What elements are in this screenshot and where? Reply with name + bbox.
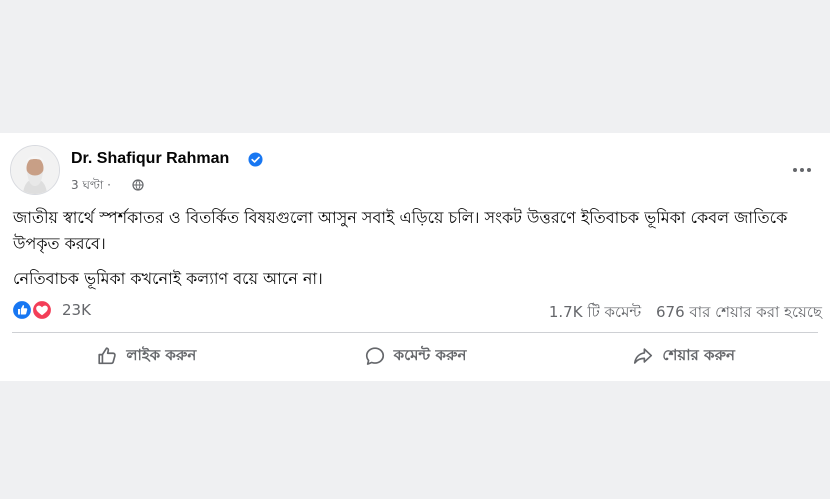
post-paragraph: নেতিবাচক ভূমিকা কখনোই কল্যাণ বয়ে আনে না… [13,269,323,288]
author-name[interactable]: Dr. Shafiqur Rahman [71,150,229,168]
like-button-label: লাইক করুন [126,345,197,364]
reaction-summary: 23K 1.7K টি কমেন্ট 676 বার শেয়ার করা হয… [11,298,822,322]
post-card: Dr. Shafiqur Rahman 3 ঘণ্টা · জাতীয় স্ব… [0,133,830,381]
post-timestamp[interactable]: 3 ঘণ্টা · [71,177,111,197]
post-action-bar: লাইক করুন কমেন্ট করুন শেয়ার করুন [12,337,818,375]
post-options-button[interactable] [788,159,816,181]
like-icon [11,299,33,321]
post-text: জাতীয় স্বার্থে স্পর্শকাতর ও বিতর্কিত বি… [13,205,818,301]
share-count[interactable]: 676 বার শেয়ার করা হয়েছে [656,303,822,321]
comment-count[interactable]: 1.7K টি কমেন্ট [549,303,641,321]
post-paragraph: জাতীয় স্বার্থে স্পর্শকাতর ও বিতর্কিত বি… [13,208,788,253]
share-arrow-icon [634,348,653,364]
comment-bubble-icon [365,347,384,365]
engagement-stats: 1.7K টি কমেন্ট 676 বার শেয়ার করা হয়েছে [549,301,822,326]
avatar-image [11,146,59,194]
like-button[interactable]: লাইক করুন [12,337,281,375]
thumbs-up-icon [98,347,117,365]
comment-button[interactable]: কমেন্ট করুন [281,337,550,375]
reaction-count[interactable]: 23K [62,301,91,319]
public-globe-icon [132,179,144,191]
love-icon [31,299,53,321]
share-button[interactable]: শেয়ার করুন [549,337,818,375]
author-avatar[interactable] [10,145,60,195]
more-options-icon [793,168,811,172]
like-love-reaction-icons [11,299,53,321]
verified-badge-icon [248,152,263,167]
action-divider [12,332,818,333]
reaction-icons[interactable] [11,299,56,321]
comment-button-label: কমেন্ট করুন [393,345,467,364]
share-button-label: শেয়ার করুন [662,345,735,364]
